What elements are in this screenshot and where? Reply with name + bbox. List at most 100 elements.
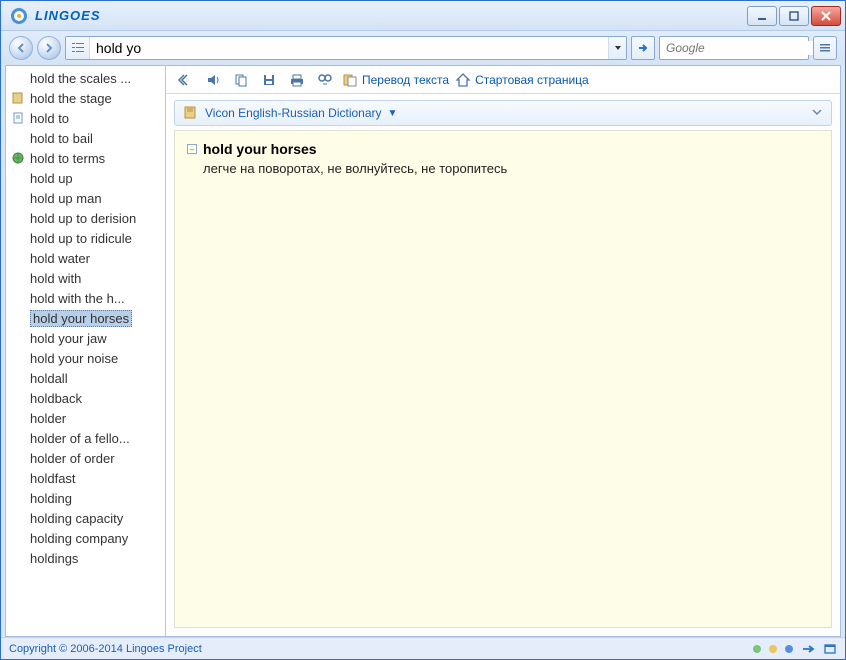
blank-icon	[10, 70, 26, 86]
pin-icon[interactable]	[801, 642, 815, 656]
collapse-entry-button[interactable]: –	[187, 144, 197, 154]
wordlist-item-label: holdall	[30, 371, 68, 386]
blank-icon	[10, 470, 26, 486]
wordlist-item[interactable]: hold your horses	[6, 308, 165, 328]
search-go-button[interactable]	[631, 36, 655, 60]
blank-icon	[10, 210, 26, 226]
save-button[interactable]	[258, 69, 280, 91]
wordlist-item[interactable]: holding capacity	[6, 508, 165, 528]
wordlist-item-label: hold your jaw	[30, 331, 107, 346]
wordlist-item[interactable]: hold your noise	[6, 348, 165, 368]
wordlist-item[interactable]: holdfast	[6, 468, 165, 488]
expand-icon[interactable]	[811, 106, 823, 121]
blank-icon	[10, 310, 26, 326]
wordlist-item[interactable]: hold to bail	[6, 128, 165, 148]
search-box	[65, 36, 627, 60]
minimize-button[interactable]	[747, 6, 777, 26]
wordlist-item[interactable]: holdback	[6, 388, 165, 408]
blank-icon	[10, 550, 26, 566]
book-icon	[10, 90, 26, 106]
wordlist-item-label: holding	[30, 491, 72, 506]
content-area: hold the scales ... hold the stage hold to…	[5, 65, 841, 637]
web-search-box	[659, 36, 809, 60]
wordlist-item[interactable]: holder of a fello...	[6, 428, 165, 448]
blank-icon	[10, 250, 26, 266]
wordlist-item-label: hold the stage	[30, 91, 112, 106]
blank-icon	[10, 390, 26, 406]
wordlist-item-label: holdback	[30, 391, 82, 406]
blank-icon	[10, 490, 26, 506]
wordlist-item[interactable]: hold up man	[6, 188, 165, 208]
app-window: LINGOES hold the scales ... hold the stag…	[0, 0, 846, 660]
home-icon	[455, 72, 471, 88]
close-button[interactable]	[811, 6, 841, 26]
chevron-down-icon: ▼	[388, 108, 398, 119]
wordlist-item[interactable]: holdings	[6, 548, 165, 568]
search-row	[1, 31, 845, 65]
status-dot-yellow[interactable]	[769, 645, 777, 653]
translate-text-link[interactable]: Перевод текста	[342, 72, 449, 88]
definition-panel: – hold your horses легче на поворотах, н…	[174, 130, 832, 628]
wordlist-item[interactable]: hold to	[6, 108, 165, 128]
dictionary-name: Vicon English-Russian Dictionary	[205, 106, 382, 120]
web-search-input[interactable]	[666, 41, 823, 55]
wordlist-item-label: holding capacity	[30, 511, 123, 526]
wordlist-item[interactable]: hold water	[6, 248, 165, 268]
wordlist-item[interactable]: hold with	[6, 268, 165, 288]
wordlist-item-label: hold the scales ...	[30, 71, 131, 86]
book-icon	[183, 104, 199, 123]
search-input[interactable]	[90, 37, 608, 59]
collapse-sidebar-button[interactable]	[174, 69, 196, 91]
wordlist-item[interactable]: holder	[6, 408, 165, 428]
blank-icon	[10, 410, 26, 426]
wordlist-item[interactable]: hold your jaw	[6, 328, 165, 348]
home-label: Стартовая страница	[475, 73, 589, 87]
blank-icon	[10, 290, 26, 306]
wordlist-item-label: hold to terms	[30, 151, 105, 166]
wordlist-item[interactable]: hold up to derision	[6, 208, 165, 228]
wordlist-item-label: holder	[30, 411, 66, 426]
speak-button[interactable]	[202, 69, 224, 91]
wordlist-item[interactable]: hold up	[6, 168, 165, 188]
blank-icon	[10, 370, 26, 386]
search-mode-icon[interactable]	[66, 37, 90, 59]
wordlist[interactable]: hold the scales ... hold the stage hold to…	[6, 66, 165, 636]
dictionary-header[interactable]: Vicon English-Russian Dictionary ▼	[174, 100, 832, 126]
home-link[interactable]: Стартовая страница	[455, 72, 589, 88]
print-button[interactable]	[286, 69, 308, 91]
titlebar: LINGOES	[1, 1, 845, 31]
status-dot-green[interactable]	[753, 645, 761, 653]
wordlist-item[interactable]: holding	[6, 488, 165, 508]
copy-button[interactable]	[230, 69, 252, 91]
wordlist-item[interactable]: holding company	[6, 528, 165, 548]
blank-icon	[10, 230, 26, 246]
main-menu-button[interactable]	[813, 36, 837, 60]
status-dot-blue[interactable]	[785, 645, 793, 653]
entry-term: hold your horses	[203, 141, 317, 157]
blank-icon	[10, 270, 26, 286]
wordlist-item[interactable]: hold with the h...	[6, 288, 165, 308]
wordlist-item[interactable]: hold up to ridicule	[6, 228, 165, 248]
maximize-button[interactable]	[779, 6, 809, 26]
statusbar: Copyright © 2006-2014 Lingoes Project	[1, 637, 845, 659]
wordlist-item-label: hold to	[30, 111, 69, 126]
forward-button[interactable]	[37, 36, 61, 60]
sidebar: hold the scales ... hold the stage hold to…	[6, 66, 166, 636]
blank-icon	[10, 350, 26, 366]
wordlist-item[interactable]: hold to terms	[6, 148, 165, 168]
globe-icon	[10, 150, 26, 166]
back-button[interactable]	[9, 36, 33, 60]
copyright-link[interactable]: Copyright © 2006-2014 Lingoes Project	[9, 643, 753, 655]
wordlist-item-label: hold water	[30, 251, 90, 266]
search-dropdown[interactable]	[608, 37, 626, 59]
mini-window-icon[interactable]	[823, 642, 837, 656]
wordlist-item[interactable]: hold the scales ...	[6, 68, 165, 88]
wordlist-item-label: hold to bail	[30, 131, 93, 146]
blank-icon	[10, 190, 26, 206]
wordlist-item[interactable]: holdall	[6, 368, 165, 388]
find-button[interactable]	[314, 69, 336, 91]
wordlist-item[interactable]: holder of order	[6, 448, 165, 468]
translate-label: Перевод текста	[362, 73, 449, 87]
wordlist-item[interactable]: hold the stage	[6, 88, 165, 108]
blank-icon	[10, 510, 26, 526]
